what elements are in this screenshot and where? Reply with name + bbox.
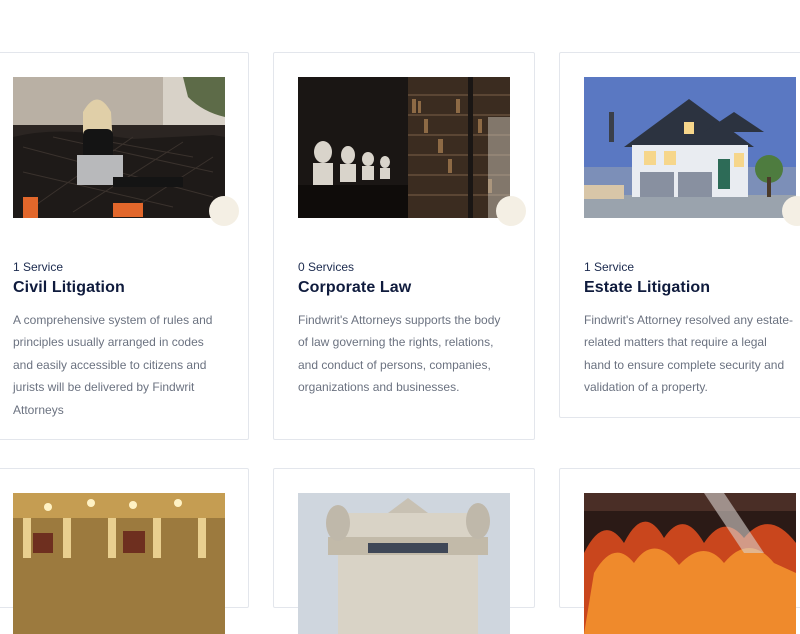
service-description: Findwrit's Attorney resolved any estate-… <box>584 313 794 395</box>
service-count: 1 Service <box>13 260 64 274</box>
decorative-circle <box>209 196 239 226</box>
woman-with-laptop-on-sofa-image[interactable] <box>13 77 225 218</box>
service-description: A comprehensive system of rules and prin… <box>13 313 213 417</box>
service-title[interactable]: Corporate Law <box>298 279 411 297</box>
service-count: 1 Service <box>584 260 635 274</box>
service-card[interactable] <box>273 468 535 634</box>
service-card[interactable] <box>559 468 800 634</box>
service-description: Findwrit's Attorneys supports the body o… <box>298 313 501 395</box>
service-card-civil-litigation[interactable]: 1 Service Civil Litigation A comprehensi… <box>0 52 249 440</box>
service-count: 0 Services <box>298 260 355 274</box>
service-card[interactable] <box>0 468 249 634</box>
decorative-circle <box>496 196 526 226</box>
service-title[interactable]: Estate Litigation <box>584 279 710 297</box>
service-card-corporate-law[interactable]: 0 Services Corporate Law Findwrit's Atto… <box>273 52 535 440</box>
service-title[interactable]: Civil Litigation <box>13 279 125 297</box>
fire-image[interactable] <box>584 493 796 634</box>
ornate-hall-image[interactable] <box>13 493 225 634</box>
house-at-dusk-image[interactable] <box>584 77 796 218</box>
service-card-estate-litigation[interactable]: 1 Service Estate Litigation Findwrit's A… <box>559 52 800 418</box>
decorative-circle <box>782 196 800 226</box>
library-busts-bookshelves-image[interactable] <box>298 77 510 218</box>
building-facade-statues-image[interactable] <box>298 493 510 634</box>
